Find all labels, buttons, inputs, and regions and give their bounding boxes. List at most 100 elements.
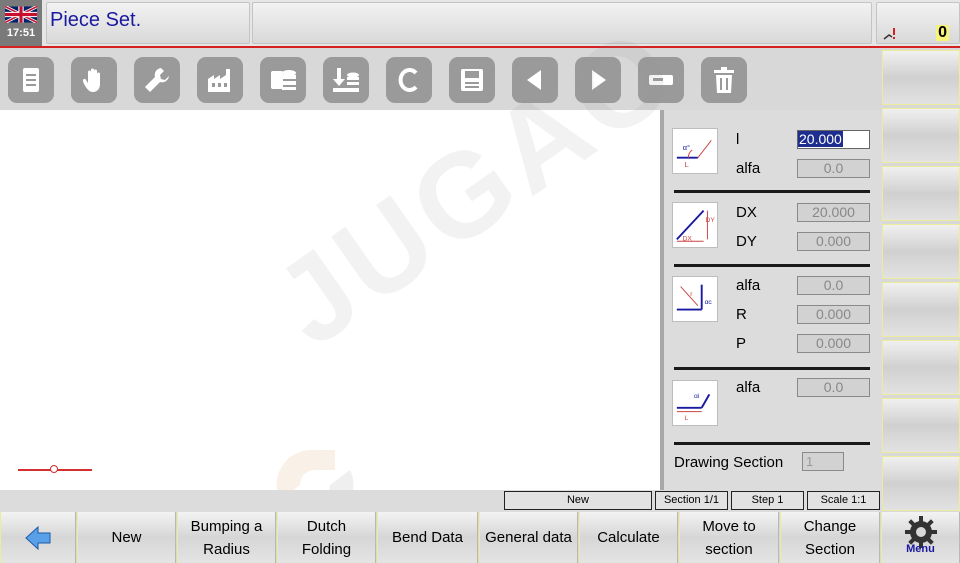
pic2-dy-text: DY [706,217,716,224]
pic2-dx-text: DX [683,235,693,242]
bend-data-label: Bend Data [392,529,463,546]
pic4-length-text: L [684,415,688,422]
alfa-input-4[interactable]: 0.0 [797,378,870,397]
language-button[interactable]: 17:51 [0,0,42,46]
page-title: Piece Set. [50,9,142,31]
side-softkey-3[interactable] [882,166,960,221]
bumping-label-2: Radius [203,540,250,558]
pic1-angle-text: α° [683,143,690,152]
alarm-icon [883,28,895,40]
p-label: P [736,335,747,352]
dx-input[interactable]: 20.000 [797,203,870,222]
side-softkey-7[interactable] [882,398,960,453]
l-label: l [736,131,740,148]
r-label: R [736,306,747,323]
move-label-1: Move to [702,517,756,535]
wrench-icon [145,68,169,92]
save-icon [461,69,483,91]
dutch-label-1: Dutch [306,517,347,535]
dx-label: DX [736,204,757,221]
status-step: Step 1 [731,491,804,510]
alarm-count: 0 [936,24,949,41]
title-extension [252,2,872,44]
header-bar: 17:51 Piece Set. 0 [0,0,960,48]
c-letter-icon [398,68,418,92]
radius-bend-diagram-icon: r αc [672,276,718,322]
bumping-label-1: Bumping a [190,517,263,535]
c-button[interactable] [386,57,432,103]
section-separator [674,264,870,267]
factory-icon [208,69,230,92]
section-separator [674,442,870,445]
menu-label: Menu [906,543,935,555]
new-button[interactable]: New [77,512,176,563]
hand-button[interactable] [71,57,117,103]
status-bar: New Section 1/1 Step 1 Scale 1:1 [0,490,882,512]
piece-sketch-origin [50,465,58,473]
dutch-folding-button[interactable]: Dutch Folding [277,512,376,563]
change-label-2: Section [804,540,856,558]
alfa-label-3: alfa [736,277,761,294]
change-section-button[interactable]: Change Section [780,512,880,563]
general-data-button[interactable]: General data [479,512,578,563]
side-softkey-1[interactable] [882,50,960,105]
side-softkey-8[interactable] [882,456,960,511]
back-arrow-icon [25,525,51,550]
pic3-r-text: r [690,291,693,298]
side-softkeys [882,50,960,512]
delete-button[interactable] [701,57,747,103]
bottom-menu-bar: New Bumping a Radius Dutch Folding Bend Da… [0,512,960,563]
download-database-icon [333,68,359,92]
pic1-length-text: L [684,160,688,169]
alfa-input-1[interactable]: 0.0 [797,159,870,178]
drawing-canvas[interactable]: JUGAO [0,0,702,521]
database-icon [271,70,296,90]
status-scale: Scale 1:1 [807,491,880,510]
document-icon [23,68,39,92]
status-section: Section 1/1 [655,491,728,510]
drawing-section-label: Drawing Section [674,454,784,471]
inner-angle-diagram-icon: αi L [672,380,718,426]
pic3-angle-text: αc [705,299,713,306]
toolbar [0,50,882,110]
dy-label: DY [736,233,757,250]
alarm-status[interactable]: 0 [876,2,960,44]
p-input[interactable]: 0.000 [797,334,870,353]
r-input[interactable]: 0.000 [797,305,870,324]
move-to-section-button[interactable]: Move to section [679,512,779,563]
length-angle-diagram-icon: α° L [672,128,718,174]
database-button[interactable] [260,57,306,103]
factory-button[interactable] [197,57,243,103]
side-softkey-4[interactable] [882,224,960,279]
back-button[interactable] [0,512,76,563]
l-input[interactable]: 20.000 [797,130,870,149]
menu-button[interactable]: Menu [881,512,960,563]
l-value: 20.000 [798,131,843,147]
pic4-angle-text: αi [694,393,700,400]
download-database-button[interactable] [323,57,369,103]
document-button[interactable] [8,57,54,103]
calculate-button[interactable]: Calculate [579,512,678,563]
piece-set-screen: 17:51 Piece Set. 0 JUGAO α° L l 20.000 a… [0,0,960,563]
section-separator [674,190,870,193]
bend-data-button[interactable]: Bend Data [377,512,478,563]
tools-button[interactable] [134,57,180,103]
dutch-label-2: Folding [301,540,352,558]
drawing-section-input[interactable]: 1 [802,452,844,471]
section-separator [674,367,870,370]
move-label-2: section [705,540,753,558]
status-mode: New [504,491,652,510]
side-softkey-2[interactable] [882,108,960,163]
calculate-label: Calculate [597,529,660,546]
parameters-panel: α° L l 20.000 alfa 0.0 DX DY DX 20.000 D… [664,110,882,490]
bumping-radius-button[interactable]: Bumping a Radius [177,512,276,563]
alfa-label-4: alfa [736,379,761,396]
general-data-label: General data [485,529,572,546]
hand-icon [82,68,100,92]
alfa-input-3[interactable]: 0.0 [797,276,870,295]
change-label-1: Change [803,517,857,535]
side-softkey-6[interactable] [882,340,960,395]
dx-dy-diagram-icon: DX DY [672,202,718,248]
dy-input[interactable]: 0.000 [797,232,870,251]
side-softkey-5[interactable] [882,282,960,337]
